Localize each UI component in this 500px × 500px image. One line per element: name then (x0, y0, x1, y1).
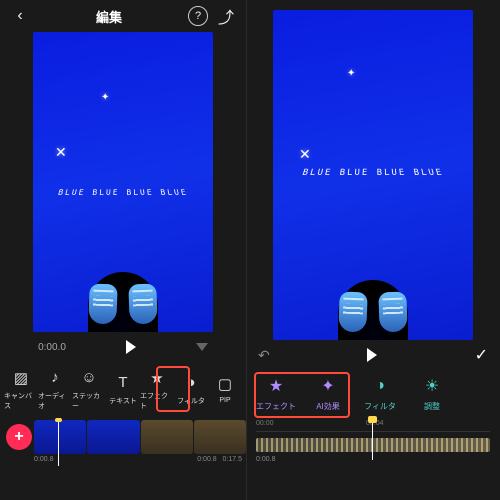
sparkle-icon: ✦ (101, 92, 109, 103)
fx-filter-icon: ◑ (368, 374, 392, 398)
time-label: 0:00.8 (256, 452, 490, 463)
add-button[interactable]: + (6, 424, 32, 450)
tool-label: ステッカー (72, 391, 106, 411)
subject-feet (33, 260, 213, 332)
timeline-start-time: 0:00.0 (38, 342, 66, 353)
preview-canvas[interactable]: ✕ ✦ BLUE BLUE BLUE BLUE (273, 10, 473, 340)
tool-label: PIP (219, 397, 230, 404)
overlay-text: BLUE BLUE BLUE BLUE (273, 169, 473, 178)
filter-tool[interactable]: ◑ フィルタ (174, 373, 208, 406)
audio-track[interactable] (256, 438, 490, 452)
audio-tool[interactable]: ♪ オーディオ (38, 368, 72, 411)
tool-label: エフェクト (140, 391, 174, 411)
header: ‹ 編集 ? ⤴ (0, 0, 246, 32)
sparkle-icon: ✕ (299, 146, 311, 163)
pip-tool-icon: ▢ (215, 374, 235, 394)
video-clip[interactable] (34, 420, 86, 454)
editor-screen-effects: ✕ ✦ BLUE BLUE BLUE BLUE ↶ ✓ ★ エフェクト✦ AI効… (246, 0, 500, 500)
tool-label: キャンバス (4, 391, 38, 411)
canvas-tool-icon: ▨ (11, 368, 31, 388)
sparkle-icon: ✕ (55, 144, 67, 161)
overlay-text: BLUE BLUE BLUE BLUE (33, 188, 213, 196)
video-clip[interactable] (87, 420, 139, 454)
pip-tool[interactable]: ▢ PIP (208, 374, 242, 404)
tool-label: フィルタ (177, 396, 205, 406)
fx-label: エフェクト (256, 401, 296, 412)
tool-label: オーディオ (38, 391, 72, 411)
effect-tool[interactable]: ★ エフェクト (140, 368, 174, 411)
fx-label: 調整 (424, 401, 440, 412)
fx-ai[interactable]: ✦ AI効果 (306, 374, 350, 412)
page-title: 編集 (30, 7, 188, 26)
preview-canvas[interactable]: ✕ ✦ BLUE BLUE BLUE BLUE (33, 32, 213, 332)
timeline[interactable]: 00:00 00:04 0:00.8 (246, 420, 500, 476)
sticker-tool-icon: ☺ (79, 368, 99, 388)
time-label: 0:00.8 0:17.5 (197, 456, 242, 463)
bottom-toolbar: ▨ キャンバス♪ オーディオ☺ ステッカーT テキスト★ エフェクト◑ フィルタ… (0, 362, 246, 416)
fx-adjust-icon: ☀ (420, 374, 444, 398)
collapse-icon[interactable] (196, 343, 208, 351)
sticker-tool[interactable]: ☺ ステッカー (72, 368, 106, 411)
fx-label: AI効果 (316, 401, 340, 412)
share-icon[interactable]: ⤴ (216, 6, 236, 26)
video-clip[interactable] (141, 420, 193, 454)
text-tool[interactable]: T テキスト (106, 373, 140, 406)
text-tool-icon: T (113, 373, 133, 393)
playhead[interactable] (372, 420, 373, 460)
fx-adjust[interactable]: ☀ 調整 (410, 374, 454, 412)
audio-tool-icon: ♪ (45, 368, 65, 388)
playhead[interactable] (58, 420, 59, 466)
subject-feet (273, 268, 473, 340)
fx-effect-icon: ★ (264, 374, 288, 398)
effect-tool-icon: ★ (147, 368, 167, 388)
video-clip[interactable] (194, 420, 246, 454)
filter-tool-icon: ◑ (181, 373, 201, 393)
time-label: 0:00.8 (34, 456, 53, 463)
confirm-icon[interactable]: ✓ (475, 345, 488, 365)
effects-toolbar: ★ エフェクト✦ AI効果◑ フィルタ☀ 調整 (246, 370, 500, 420)
fx-ai-icon: ✦ (316, 374, 340, 398)
play-button[interactable] (367, 348, 377, 362)
timeline[interactable]: + 0:00.8 0:00.8 0:17.5 (0, 420, 246, 480)
editor-screen-main: ‹ 編集 ? ⤴ ✕ ✦ BLUE BLUE BLUE BLUE 0:00.0 … (0, 0, 246, 500)
back-icon[interactable]: ‹ (10, 6, 30, 26)
ruler-label: 00:00 (256, 420, 274, 427)
tool-label: テキスト (109, 396, 137, 406)
undo-icon[interactable]: ↶ (258, 347, 270, 364)
fx-effect[interactable]: ★ エフェクト (254, 374, 298, 412)
help-icon[interactable]: ? (188, 6, 208, 26)
canvas-tool[interactable]: ▨ キャンバス (4, 368, 38, 411)
fx-label: フィルタ (364, 401, 396, 412)
fx-filter[interactable]: ◑ フィルタ (358, 374, 402, 412)
play-button[interactable] (126, 340, 136, 354)
sparkle-icon: ✦ (347, 68, 355, 79)
